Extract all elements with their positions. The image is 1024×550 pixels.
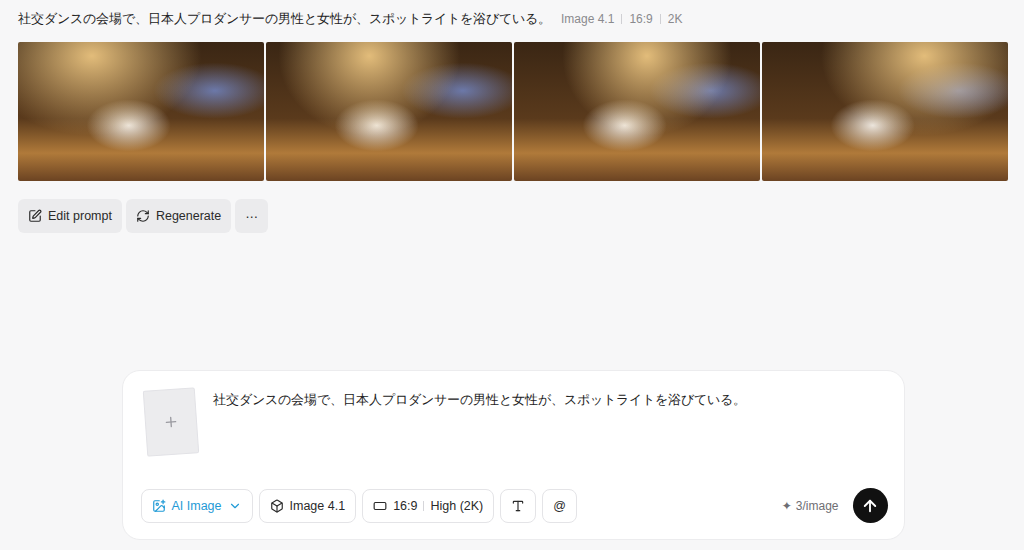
edit-icon <box>28 209 42 223</box>
generated-image[interactable] <box>18 42 264 181</box>
aspect-icon <box>373 499 387 513</box>
text-style-button[interactable] <box>500 489 536 523</box>
generation-meta: Image 4.116:92K <box>561 12 682 26</box>
generated-image[interactable] <box>762 42 1008 181</box>
plus-icon <box>162 413 179 430</box>
image-icon <box>152 499 166 513</box>
size-select[interactable]: 16:9High (2K) <box>362 489 494 523</box>
header-prompt: 社交ダンスの会場で、日本人プロダンサーの男性と女性が、スポットライトを浴びている… <box>18 10 551 28</box>
reference-image-upload[interactable] <box>142 387 198 456</box>
model-select[interactable]: Image 4.1 <box>259 489 357 523</box>
edit-button[interactable]: Edit prompt <box>18 199 122 233</box>
composer-top: 社交ダンスの会場で、日本人プロダンサーの男性と女性が、スポットライトを浴びている… <box>141 389 888 455</box>
page: 社交ダンスの会場で、日本人プロダンサーの男性と女性が、スポットライトを浴びている… <box>0 0 1024 550</box>
arrow-up-icon <box>861 497 879 515</box>
mention-button[interactable]: @ <box>542 489 577 523</box>
meta-item: 2K <box>653 12 683 26</box>
regenerate-icon <box>136 209 150 223</box>
generation-header: 社交ダンスの会場で、日本人プロダンサーの男性と女性が、スポットライトを浴びている… <box>18 10 1008 28</box>
action-row: Edit promptRegenerate⋯ <box>18 199 1008 233</box>
prompt-composer: 社交ダンスの会場で、日本人プロダンサーの男性と女性が、スポットライトを浴びている… <box>122 370 905 540</box>
separator <box>423 501 424 511</box>
meta-item: Image 4.1 <box>561 12 614 26</box>
chevron-down-icon <box>228 499 242 513</box>
meta-item: 16:9 <box>614 12 652 26</box>
text-icon <box>511 499 525 513</box>
send-button[interactable] <box>853 488 888 523</box>
credit-cost: ✦3/image <box>782 499 839 513</box>
mode-select[interactable]: AI Image <box>141 489 253 523</box>
generated-image[interactable] <box>266 42 512 181</box>
composer-toolbar: AI ImageImage 4.116:9High (2K) @ ✦3/image <box>141 488 888 523</box>
image-gallery <box>18 42 1008 181</box>
generated-image[interactable] <box>514 42 760 181</box>
more-button[interactable]: ⋯ <box>235 199 268 233</box>
cube-icon <box>270 499 284 513</box>
prompt-input[interactable]: 社交ダンスの会場で、日本人プロダンサーの男性と女性が、スポットライトを浴びている… <box>213 389 888 455</box>
regenerate-button[interactable]: Regenerate <box>126 199 231 233</box>
